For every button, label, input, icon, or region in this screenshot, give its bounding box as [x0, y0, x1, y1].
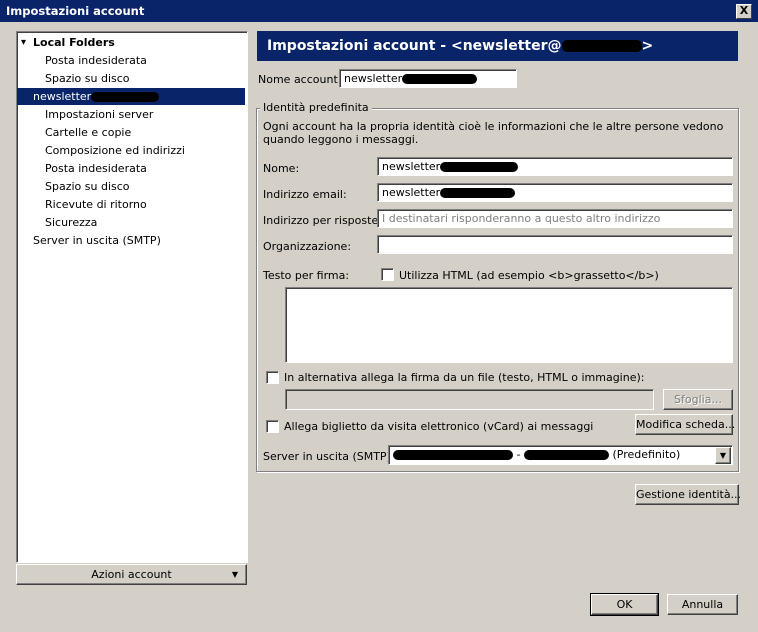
identity-legend: Identità predefinita: [260, 101, 372, 114]
redacted-block: [91, 92, 160, 102]
redacted-block: [402, 74, 478, 84]
tree-item[interactable]: Spazio su disco: [17, 70, 245, 87]
page-title: Impostazioni account - <newsletter@ >: [267, 38, 654, 54]
tree-item-label: Ricevute di ritorno: [45, 198, 147, 211]
use-html-label: Utilizza HTML (ad esempio <b>grassetto</…: [399, 269, 659, 282]
use-html-checkbox[interactable]: [381, 268, 394, 281]
window-title: Impostazioni account: [6, 4, 145, 18]
smtp-select[interactable]: - (Predefinito) ▼: [388, 445, 733, 465]
tree-item-label: Spazio su disco: [45, 72, 130, 85]
tree-item-label: Composizione ed indirizzi: [45, 144, 185, 157]
attach-signature-file-label: In alternativa allega la firma da un fil…: [284, 371, 645, 384]
redacted-block: [440, 162, 519, 172]
tree-item[interactable]: Cartelle e copie: [17, 124, 245, 141]
signature-textarea[interactable]: [285, 287, 733, 363]
tree-item[interactable]: newsletter: [17, 88, 245, 105]
tree-item[interactable]: Ricevute di ritorno: [17, 196, 245, 213]
dropdown-arrow-icon[interactable]: ▼: [715, 447, 731, 464]
tree-item-label: Cartelle e copie: [45, 126, 132, 139]
tree-item[interactable]: Posta indesiderata: [17, 160, 245, 177]
account-name-input[interactable]: newsletter: [339, 69, 517, 88]
tree-item[interactable]: Sicurezza: [17, 214, 245, 231]
organization-label: Organizzazione:: [263, 240, 352, 253]
tree-item-label: newsletter: [33, 90, 92, 103]
attach-vcard-label: Allega biglietto da visita elettronico (…: [284, 420, 594, 433]
account-actions-label: Azioni account: [91, 568, 172, 581]
title-bar: Impostazioni account X: [0, 0, 758, 22]
tree-item-label: Server in uscita (SMTP): [33, 234, 161, 247]
tree-item-label: Local Folders: [33, 36, 115, 49]
tree-item-label: Posta indesiderata: [45, 54, 147, 67]
email-input[interactable]: newsletter: [377, 183, 733, 202]
tree-item-label: Impostazioni server: [45, 108, 154, 121]
organization-input[interactable]: [377, 235, 733, 254]
redacted-block: [523, 450, 609, 460]
account-actions-button[interactable]: Azioni account ▼: [16, 564, 247, 585]
redacted-block: [440, 188, 516, 198]
tree-item[interactable]: Spazio su disco: [17, 178, 245, 195]
reply-to-input[interactable]: I destinatari risponderanno a questo alt…: [377, 209, 733, 228]
manage-identities-button[interactable]: Gestione identità...: [635, 484, 741, 505]
dropdown-arrow-icon: ▼: [231, 570, 238, 579]
email-label: Indirizzo email:: [263, 188, 347, 201]
tree-item[interactable]: ▾ Local Folders: [17, 34, 233, 51]
tree-item[interactable]: Posta indesiderata: [17, 52, 245, 69]
attach-signature-file-checkbox[interactable]: [266, 371, 279, 384]
redacted-block: [393, 450, 513, 460]
redacted-block: [561, 40, 642, 52]
collapse-arrow-icon[interactable]: ▾: [21, 34, 26, 51]
name-label: Nome:: [263, 162, 300, 175]
reply-to-label: Indirizzo per risposte:: [263, 214, 382, 227]
tree-item[interactable]: Impostazioni server: [17, 106, 245, 123]
signature-file-input[interactable]: [285, 389, 654, 410]
account-tree[interactable]: ▾ Local Folders Posta indesiderata Spazio s…: [16, 31, 248, 563]
attach-vcard-checkbox[interactable]: [266, 420, 279, 433]
tree-item-label: Posta indesiderata: [45, 162, 147, 175]
browse-button[interactable]: Sfoglia...: [663, 389, 733, 410]
name-input[interactable]: newsletter: [377, 157, 733, 176]
page-header: Impostazioni account - <newsletter@ >: [257, 31, 738, 61]
smtp-label: Server in uscita (SMTP):: [263, 450, 395, 463]
identity-description: Ogni account ha la propria identità cioè…: [263, 120, 724, 146]
close-button[interactable]: X: [736, 4, 752, 19]
tree-item[interactable]: Composizione ed indirizzi: [17, 142, 245, 159]
ok-button[interactable]: OK: [590, 593, 659, 616]
edit-card-button[interactable]: Modifica scheda...: [635, 414, 735, 435]
cancel-button[interactable]: Annulla: [667, 594, 738, 615]
tree-item-label: Spazio su disco: [45, 180, 130, 193]
signature-label: Testo per firma:: [263, 269, 350, 282]
tree-item-label: Sicurezza: [45, 216, 98, 229]
account-name-label: Nome account:: [258, 73, 342, 86]
tree-item[interactable]: Server in uscita (SMTP): [17, 232, 233, 249]
